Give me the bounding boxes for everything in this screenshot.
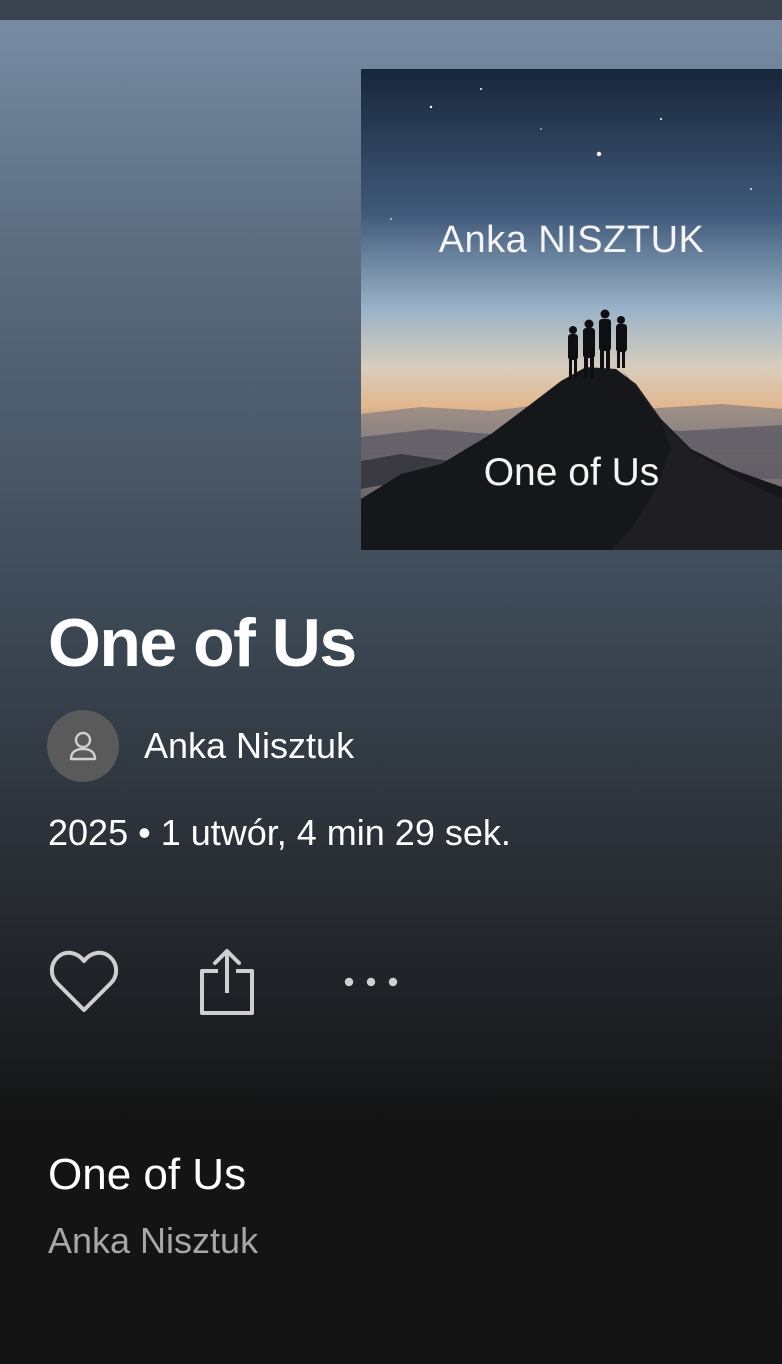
like-button[interactable] bbox=[48, 944, 120, 1020]
cover-artist-text: Anka NISZTUK bbox=[438, 219, 705, 261]
heart-outline-icon bbox=[49, 950, 119, 1012]
share-icon bbox=[200, 949, 254, 1015]
person-icon bbox=[69, 731, 97, 761]
avatar[interactable] bbox=[47, 710, 119, 782]
album-title: One of Us bbox=[48, 605, 357, 681]
track-artist: Anka Nisztuk bbox=[48, 1220, 259, 1261]
album-meta: 2025 • 1 utwór, 4 min 29 sek. bbox=[48, 812, 511, 853]
artist-link[interactable]: Anka Nisztuk bbox=[47, 710, 354, 782]
album-cover: Anka NISZTUK One of Us bbox=[361, 69, 782, 550]
more-options-button[interactable] bbox=[338, 944, 404, 1020]
track-title: One of Us bbox=[48, 1150, 247, 1199]
status-bar bbox=[0, 0, 782, 20]
cover-title-text: One of Us bbox=[483, 451, 660, 494]
more-horizontal-icon bbox=[344, 977, 398, 987]
artist-name[interactable]: Anka Nisztuk bbox=[144, 725, 354, 767]
share-button[interactable] bbox=[196, 944, 258, 1020]
list-item[interactable]: One of Us Anka Nisztuk bbox=[48, 1150, 258, 1262]
